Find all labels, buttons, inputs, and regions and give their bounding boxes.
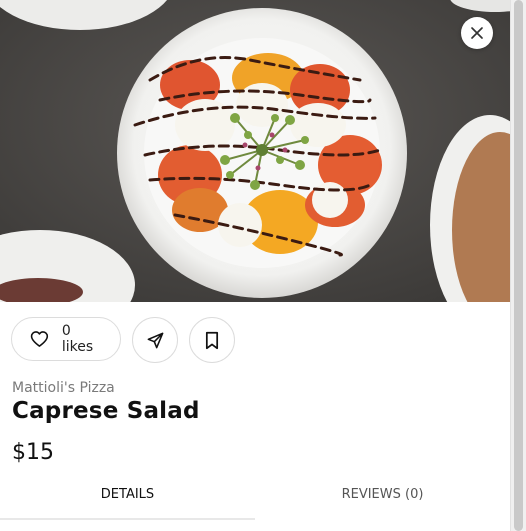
restaurant-name[interactable]: Mattioli's Pizza <box>12 380 115 396</box>
likes-count: 0 likes <box>61 323 94 355</box>
close-icon <box>471 27 483 39</box>
item-title: Caprese Salad <box>12 398 200 424</box>
food-photo <box>0 0 510 302</box>
heart-icon <box>30 331 49 347</box>
bookmark-icon <box>205 331 219 349</box>
send-icon <box>147 332 163 348</box>
share-button[interactable] <box>132 317 178 363</box>
tab-reviews[interactable]: REVIEWS (0) <box>255 480 510 520</box>
close-button[interactable] <box>461 17 493 49</box>
item-tabs: DETAILS REVIEWS (0) <box>0 480 510 520</box>
action-bar: 0 likes <box>11 317 235 363</box>
bookmark-button[interactable] <box>189 317 235 363</box>
scrollbar[interactable] <box>510 0 526 531</box>
tab-details[interactable]: DETAILS <box>0 480 255 520</box>
item-price: $15 <box>12 440 54 465</box>
food-item-modal: 0 likes Mattioli's Pizza Caprese Salad $… <box>0 0 510 531</box>
scrollbar-thumb[interactable] <box>514 0 523 531</box>
like-button[interactable]: 0 likes <box>11 317 121 361</box>
